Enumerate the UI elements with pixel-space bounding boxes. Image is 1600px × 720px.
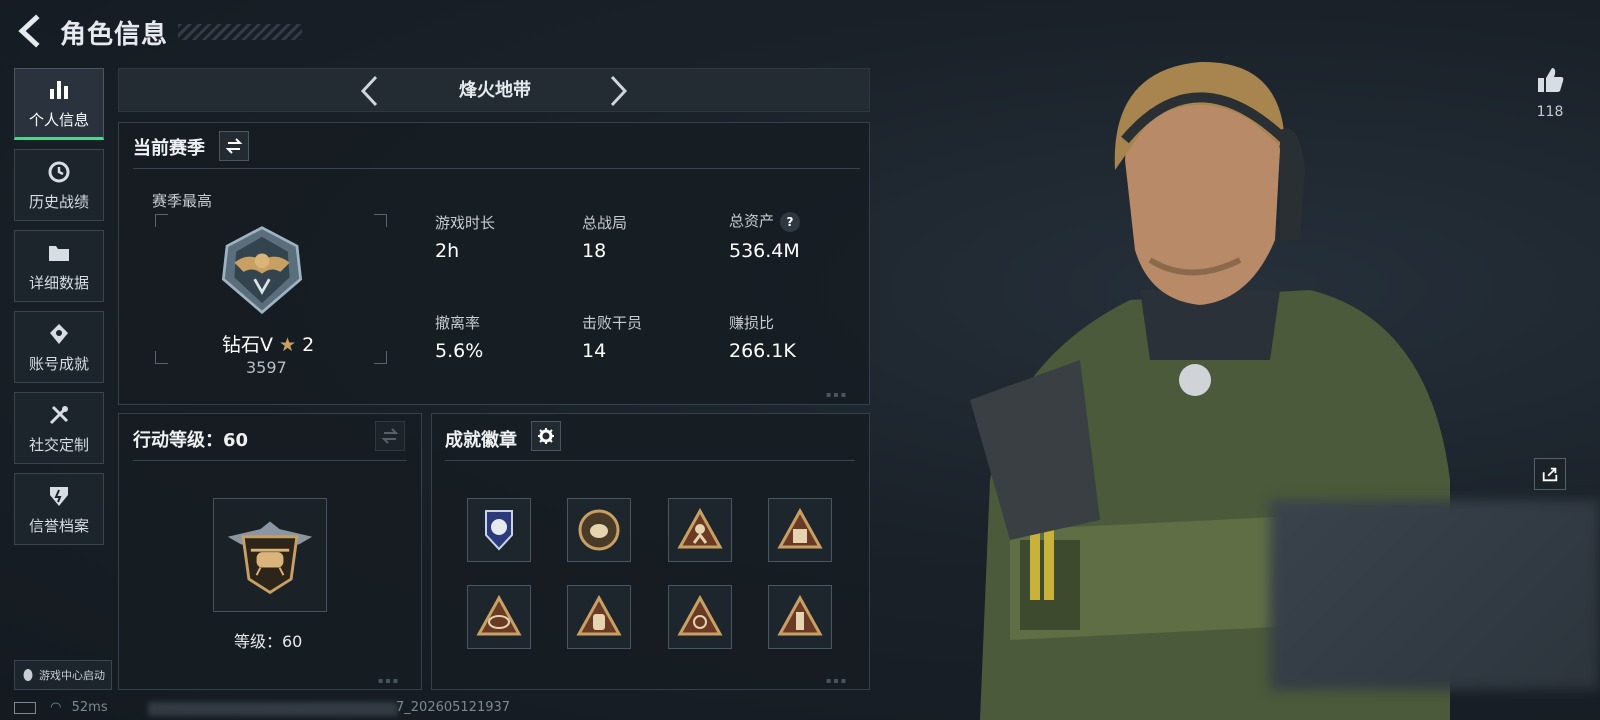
sidebar-item-label: 详细数据 bbox=[28, 273, 89, 292]
stat-value: 14 bbox=[582, 340, 607, 362]
build-id: 7_202605121937 bbox=[396, 700, 511, 715]
game-center-label: 游戏中心启动 bbox=[39, 669, 105, 682]
badges-title: 成就徽章 bbox=[445, 430, 517, 451]
stat-value: 18 bbox=[582, 240, 607, 262]
sidebar-item-label: 信誉档案 bbox=[28, 516, 89, 535]
history-icon bbox=[48, 161, 70, 182]
achievement-badge[interactable] bbox=[567, 585, 631, 649]
diamond-rank-emblem-icon bbox=[221, 226, 303, 315]
rank-stars: 2 bbox=[302, 334, 315, 356]
sidebar-item-credit[interactable]: 信誉档案 bbox=[14, 473, 104, 545]
achievement-icon bbox=[50, 323, 68, 344]
tools-icon bbox=[49, 405, 69, 424]
crate-badge-icon bbox=[777, 507, 823, 549]
gear-icon bbox=[538, 428, 554, 444]
divider bbox=[445, 460, 855, 461]
corner-decoration: ▪▪▪ bbox=[378, 676, 401, 685]
chevron-right-icon[interactable] bbox=[608, 74, 630, 108]
rank-name: 钻石V bbox=[222, 334, 273, 356]
help-icon[interactable]: ? bbox=[780, 211, 801, 232]
stat-label: 撤离率 bbox=[435, 314, 481, 332]
helicopter-level-emblem-icon bbox=[227, 521, 313, 595]
thumbs-up-icon[interactable] bbox=[1534, 64, 1566, 96]
sidebar-item-label: 账号成就 bbox=[28, 354, 89, 373]
stat-label: 总资产 bbox=[729, 212, 775, 230]
redacted-area bbox=[1270, 500, 1600, 690]
stat-label: 总战局 bbox=[582, 214, 628, 232]
stat-label: 赚损比 bbox=[729, 314, 775, 332]
sidebar-item-personal-info[interactable]: 个人信息 bbox=[14, 68, 104, 140]
stat-label-with-help: 总资产? bbox=[729, 210, 801, 232]
qq-icon bbox=[23, 669, 33, 681]
share-button[interactable] bbox=[1534, 458, 1566, 490]
swap-icon bbox=[381, 428, 399, 444]
achievement-badge[interactable] bbox=[668, 498, 732, 562]
chevron-left-icon[interactable] bbox=[358, 74, 380, 108]
credit-icon bbox=[50, 486, 68, 506]
achievement-badge[interactable] bbox=[467, 585, 531, 649]
back-arrow-icon[interactable] bbox=[14, 14, 48, 48]
title-decoration bbox=[178, 24, 302, 40]
season-title: 当前赛季 bbox=[133, 138, 205, 159]
sidebar-item-social[interactable]: 社交定制 bbox=[14, 392, 104, 464]
sidebar-item-detailed-data[interactable]: 详细数据 bbox=[14, 230, 104, 302]
shield-badge-icon bbox=[485, 510, 513, 551]
sidebar-item-label: 社交定制 bbox=[28, 435, 89, 454]
like-count: 118 bbox=[1536, 104, 1564, 120]
sidebar: 个人信息 历史战绩 详细数据 账号成就 社交定制 信誉档案 bbox=[14, 68, 106, 554]
sidebar-item-history[interactable]: 历史战绩 bbox=[14, 149, 104, 221]
achievement-badge[interactable] bbox=[768, 585, 832, 649]
folder-icon bbox=[49, 245, 69, 261]
sidebar-item-label: 个人信息 bbox=[28, 110, 89, 129]
stat-value: 266.1K bbox=[729, 340, 796, 362]
seal-badge-icon bbox=[578, 509, 620, 551]
page-title: 角色信息 bbox=[60, 20, 169, 50]
rank-name-row: 钻石V ★ 2 bbox=[222, 330, 314, 357]
achievement-badge[interactable] bbox=[567, 498, 631, 562]
soldier-badge-icon bbox=[677, 507, 723, 549]
divider bbox=[133, 168, 860, 169]
achievement-badge[interactable] bbox=[768, 498, 832, 562]
stat-label: 游戏时长 bbox=[435, 214, 496, 232]
rank-points: 3597 bbox=[246, 358, 287, 377]
star-icon: ★ bbox=[279, 334, 297, 356]
mode-name: 烽火地带 bbox=[459, 80, 531, 101]
corner-decoration: ▪▪▪ bbox=[826, 676, 849, 685]
season-best-label: 赛季最高 bbox=[152, 192, 213, 210]
sg-badge-icon bbox=[677, 594, 723, 636]
sk-badge-icon bbox=[476, 594, 522, 636]
stat-value: 536.4M bbox=[729, 240, 800, 262]
level-text: 等级：60 bbox=[234, 632, 303, 651]
corner-decoration: ▪▪▪ bbox=[826, 390, 849, 399]
stat-value: 2h bbox=[435, 240, 460, 262]
game-center-button[interactable]: 游戏中心启动 bbox=[14, 660, 112, 690]
supply-badge-icon bbox=[777, 594, 823, 636]
stat-label: 击败干员 bbox=[582, 314, 643, 332]
backpack-badge-icon bbox=[576, 594, 622, 636]
divider bbox=[133, 460, 407, 461]
ping-text: 52ms bbox=[71, 700, 108, 715]
redacted-id bbox=[148, 702, 398, 716]
action-level-title: 行动等级：60 bbox=[133, 430, 249, 451]
sidebar-item-achievements[interactable]: 账号成就 bbox=[14, 311, 104, 383]
action-level-switch-button[interactable] bbox=[375, 421, 405, 451]
achievement-badge[interactable] bbox=[668, 585, 732, 649]
battery-icon bbox=[14, 701, 36, 714]
bar-chart-icon bbox=[50, 80, 68, 99]
badge-settings-button[interactable] bbox=[531, 421, 561, 451]
status-bar: ◠ 52ms bbox=[14, 700, 108, 715]
stat-value: 5.6% bbox=[435, 340, 484, 362]
achievement-badge[interactable] bbox=[467, 498, 531, 562]
sidebar-item-label: 历史战绩 bbox=[28, 192, 89, 211]
wifi-icon: ◠ bbox=[50, 700, 62, 715]
switch-season-button[interactable] bbox=[219, 131, 249, 161]
swap-icon bbox=[225, 138, 243, 154]
share-icon bbox=[1542, 467, 1558, 482]
